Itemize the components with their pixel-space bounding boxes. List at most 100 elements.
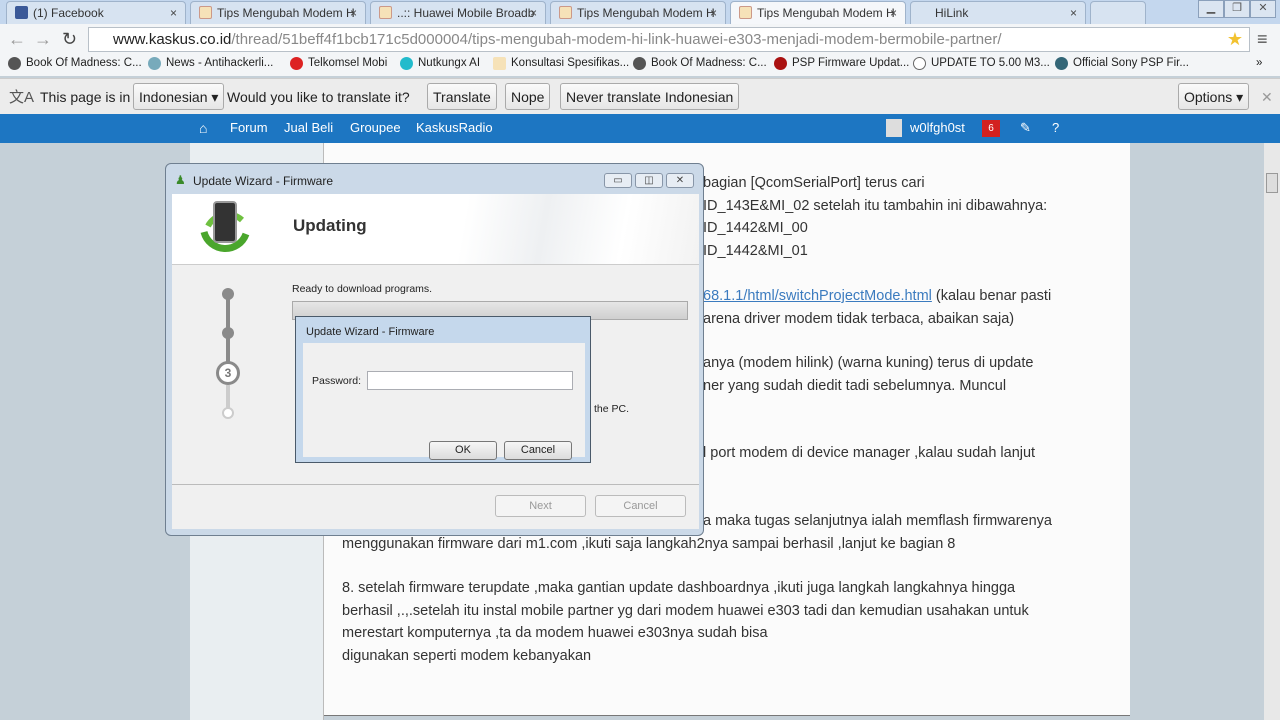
close-icon[interactable]: ✕ <box>666 173 694 188</box>
nope-button[interactable]: Nope <box>505 83 551 110</box>
home-icon[interactable]: ⌂ <box>199 120 207 136</box>
scrollbar-thumb[interactable] <box>1266 173 1278 193</box>
bookmark-icon <box>8 57 21 70</box>
new-tab-button[interactable] <box>1090 1 1146 24</box>
more-bookmarks-button[interactable]: » <box>1256 57 1262 69</box>
wizard-header: Updating <box>172 194 699 264</box>
forward-icon[interactable]: → <box>34 29 52 50</box>
restore-icon[interactable]: ◫ <box>635 173 663 188</box>
bookmark-label: Book Of Madness: C... <box>26 57 142 69</box>
tab-facebook[interactable]: (1) Facebook × <box>6 1 186 24</box>
bookmark-icon <box>1055 57 1068 70</box>
step-3-current: 3 <box>216 361 240 385</box>
wizard-cancel-button[interactable]: Cancel <box>595 495 686 517</box>
kaskus-icon <box>199 6 212 19</box>
minimize-icon[interactable]: ▁ <box>1198 0 1224 18</box>
restore-icon[interactable]: ❐ <box>1224 0 1250 18</box>
close-window-icon[interactable]: ✕ <box>1250 0 1276 18</box>
bookmark[interactable]: Nutkungx AI <box>400 57 481 70</box>
tab-label: Tips Mengubah Modem H <box>757 6 895 20</box>
facebook-icon <box>15 6 28 19</box>
star-icon[interactable]: ★ <box>1227 29 1243 50</box>
translate-button[interactable]: Translate <box>427 83 497 110</box>
tab-tips-1[interactable]: Tips Mengubah Modem H × <box>190 1 366 24</box>
never-translate-button[interactable]: Never translate Indonesian <box>560 83 740 110</box>
close-tab-icon[interactable]: × <box>170 6 177 20</box>
username[interactable]: w0lfgh0st <box>910 120 965 135</box>
close-tab-icon[interactable]: × <box>530 6 537 20</box>
avatar[interactable] <box>886 119 902 137</box>
nav-groupee[interactable]: Groupee <box>350 120 401 135</box>
dialog-cancel-button[interactable]: Cancel <box>504 441 572 460</box>
wizard-app-icon: ♟ <box>175 173 186 187</box>
bookmark-label: Nutkungx AI <box>418 57 481 69</box>
step-4-dot <box>222 407 234 419</box>
bookmark[interactable]: PSP Firmware Updat... <box>774 57 909 70</box>
bookmark-icon <box>290 57 303 70</box>
bookmark[interactable]: UPDATE TO 5.00 M3... <box>913 57 1050 70</box>
wizard-heading: Updating <box>293 216 367 235</box>
article-text: ID_1442&MI_00 <box>703 220 808 236</box>
close-tab-icon[interactable]: × <box>710 6 717 20</box>
nav-forum[interactable]: Forum <box>230 120 268 135</box>
bookmark[interactable]: News - Antihackerli... <box>148 57 273 70</box>
dialog-title: Update Wizard - Firmware <box>306 326 435 338</box>
bookmark-label: Official Sony PSP Fir... <box>1073 57 1189 69</box>
tab-tips-2[interactable]: Tips Mengubah Modem H × <box>550 1 726 24</box>
ok-button[interactable]: OK <box>429 441 497 460</box>
kaskus-icon <box>559 6 572 19</box>
article-text: ID_1442&MI_01 <box>703 243 808 259</box>
step-2-dot <box>222 327 234 339</box>
back-icon[interactable]: ← <box>8 29 26 50</box>
help-icon[interactable]: ? <box>1052 120 1059 135</box>
url-host: www.kaskus.co.id <box>113 31 232 48</box>
minimize-icon[interactable]: ▭ <box>604 173 632 188</box>
next-button[interactable]: Next <box>495 495 586 517</box>
article-text: merestart komputernya ,ta da modem huawe… <box>342 625 768 641</box>
wizard-status: Ready to download programs. <box>292 283 433 295</box>
browser-toolbar: ← → ↻ www.kaskus.co.id/thread/51beff4f1b… <box>0 24 1280 54</box>
bookmark[interactable]: Book Of Madness: C... <box>633 57 767 70</box>
bookmark[interactable]: Konsultasi Spesifikas... <box>493 57 629 70</box>
pencil-icon[interactable]: ✎ <box>1020 120 1031 136</box>
bookmark[interactable]: Official Sony PSP Fir... <box>1055 57 1189 70</box>
language-select[interactable]: Indonesian ▾ <box>133 83 225 110</box>
close-tab-icon[interactable]: × <box>350 6 357 20</box>
article-text: 8. setelah firmware terupdate ,maka gant… <box>342 580 1016 596</box>
switch-mode-link[interactable]: 68.1.1/html/switchProjectMode.html <box>703 288 932 304</box>
options-button[interactable]: Options ▾ <box>1178 83 1250 110</box>
close-tab-icon[interactable]: × <box>890 6 897 20</box>
tab-hilink[interactable]: HiLink × <box>910 1 1086 24</box>
notification-badge[interactable]: 6 <box>982 120 1000 137</box>
article-text: l port modem di device manager ,kalau su… <box>703 445 1036 461</box>
bookmark-icon <box>633 57 646 70</box>
tab-tips-active[interactable]: Tips Mengubah Modem H × <box>730 1 906 24</box>
close-translate-icon[interactable]: ✕ <box>1261 89 1273 106</box>
tab-huawei[interactable]: ..:: Huawei Mobile Broadb × <box>370 1 546 24</box>
wizard-text: the PC. <box>594 403 630 415</box>
kaskus-icon <box>379 6 392 19</box>
article-text: menggunakan firmware dari m1.com ,ikuti … <box>342 536 956 552</box>
bookmark[interactable]: Book Of Madness: C... <box>8 57 142 70</box>
url-path: /thread/51beff4f1bcb171c5d000004/tips-me… <box>231 31 1002 48</box>
nav-kaskusradio[interactable]: KaskusRadio <box>416 120 493 135</box>
menu-icon[interactable]: ≡ <box>1257 29 1268 50</box>
translate-icon: 文A <box>9 89 35 106</box>
article-text: berhasil ,.,.setelah itu instal mobile p… <box>342 603 1029 619</box>
address-bar[interactable]: www.kaskus.co.id/thread/51beff4f1bcb171c… <box>88 27 1250 52</box>
article-text: arena driver modem tidak terbaca, abaika… <box>703 311 1015 327</box>
password-dialog: Update Wizard - Firmware Password: OK Ca… <box>295 316 591 463</box>
nav-jual-beli[interactable]: Jual Beli <box>284 120 333 135</box>
article-text: ner yang sudah diedit tadi sebelumnya. M… <box>703 378 1007 394</box>
reload-icon[interactable]: ↻ <box>62 29 77 50</box>
bookmark-icon <box>400 57 413 70</box>
page-scrollbar[interactable] <box>1264 143 1280 720</box>
article-text: a maka tugas selanjutnya ialah memflash … <box>703 513 1052 529</box>
password-input[interactable] <box>367 371 573 390</box>
article-text: digunakan seperti modem kebanyakan <box>342 648 592 664</box>
close-tab-icon[interactable]: × <box>1070 6 1077 20</box>
password-label: Password: <box>312 375 362 387</box>
bookmark-icon <box>148 57 161 70</box>
bookmark-label: Telkomsel Mobi <box>308 57 388 69</box>
bookmark[interactable]: Telkomsel Mobi <box>290 57 388 70</box>
